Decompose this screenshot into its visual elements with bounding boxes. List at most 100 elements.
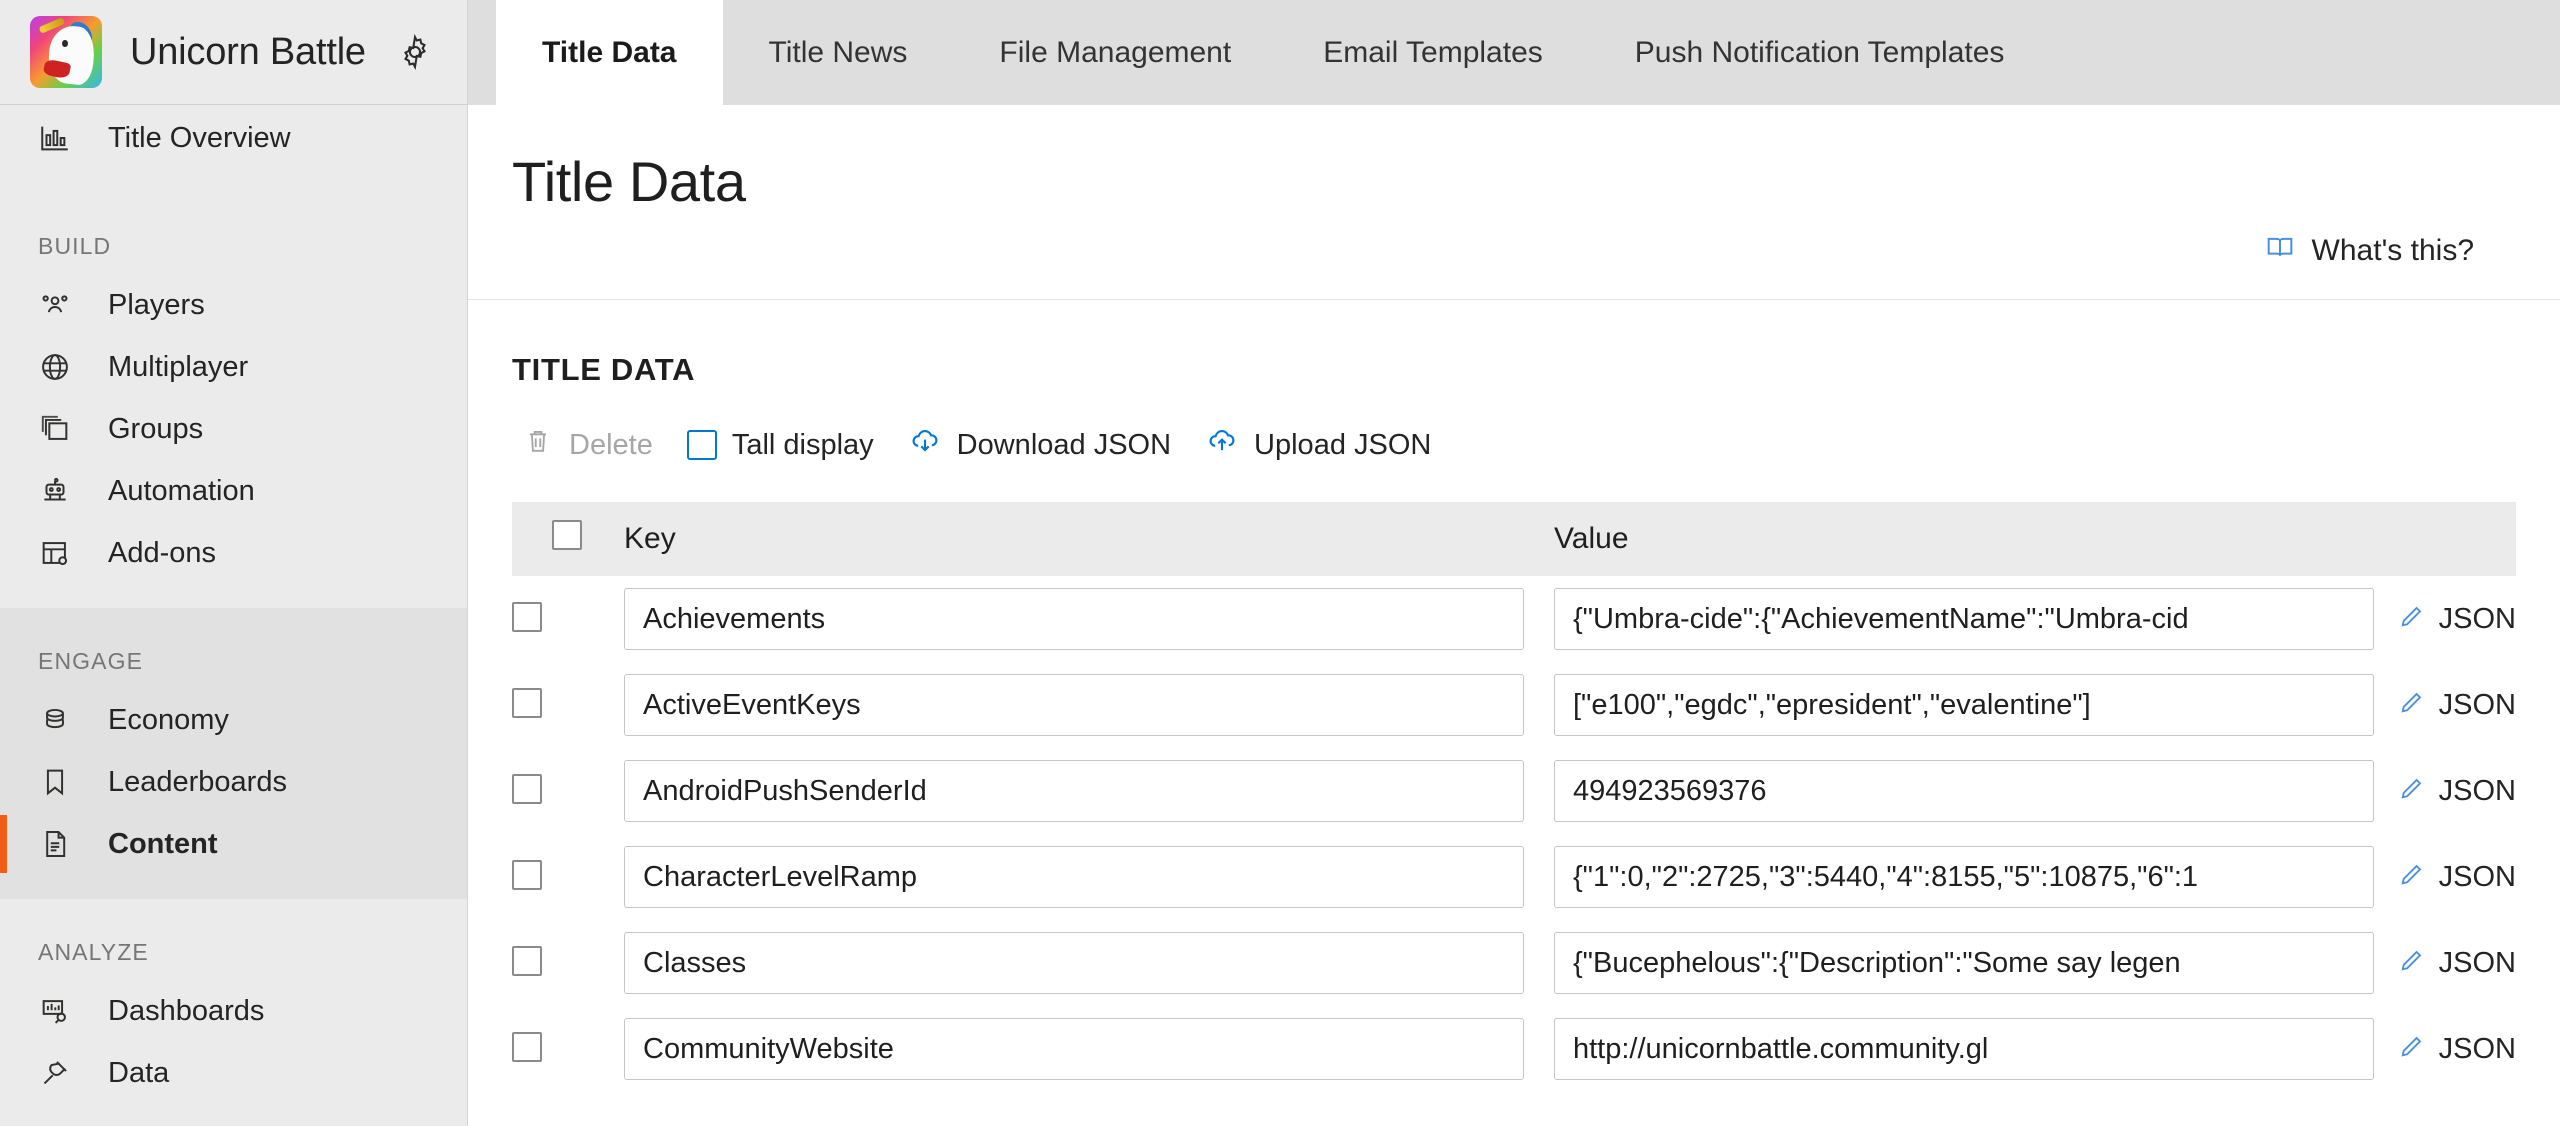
sidebar-item-label: Groups	[108, 412, 204, 445]
pencil-icon	[2396, 946, 2426, 981]
pencil-icon	[2396, 774, 2426, 809]
row-select-cell	[512, 834, 624, 920]
table-header-row: Key Value	[512, 502, 2516, 576]
table-body: Achievements {"Umbra-cide":{"Achievement…	[512, 576, 2516, 1092]
key-input[interactable]: CharacterLevelRamp	[624, 846, 1524, 908]
sidebar-item-multiplayer[interactable]: Multiplayer	[0, 336, 467, 398]
tab-title-data[interactable]: Title Data	[496, 0, 723, 105]
value-input[interactable]: {"1":0,"2":2725,"3":5440,"4":8155,"5":10…	[1554, 846, 2374, 908]
sidebar-item-dashboards[interactable]: Dashboards	[0, 980, 467, 1042]
row-value-cell: {"Bucephelous":{"Description":"Some say …	[1554, 920, 2516, 1006]
document-icon	[38, 827, 80, 861]
row-checkbox[interactable]	[512, 859, 542, 890]
row-key-cell: Classes	[624, 920, 1554, 1006]
row-checkbox[interactable]	[512, 773, 542, 804]
robot-icon	[38, 474, 80, 508]
row-checkbox[interactable]	[512, 1031, 542, 1062]
sidebar-item-content[interactable]: Content	[0, 813, 467, 875]
select-all-header	[512, 502, 624, 576]
plug-icon	[38, 1056, 80, 1090]
row-select-cell	[512, 662, 624, 748]
edit-json-link[interactable]: JSON	[2396, 1032, 2516, 1067]
sidebar-item-economy[interactable]: Economy	[0, 689, 467, 751]
upload-json-label: Upload JSON	[1254, 428, 1432, 461]
tab-title-news[interactable]: Title News	[723, 0, 954, 105]
value-input[interactable]: http://unicornbattle.community.gl	[1554, 1018, 2374, 1080]
brand-header: Unicorn Battle	[0, 0, 467, 105]
dashboard-search-icon	[38, 994, 80, 1028]
sidebar-item-leaderboards[interactable]: Leaderboards	[0, 751, 467, 813]
sidebar-item-automation[interactable]: Automation	[0, 460, 467, 522]
download-json-button[interactable]: Download JSON	[898, 414, 1195, 476]
pencil-icon	[2396, 688, 2426, 723]
table-row: AndroidPushSenderId 494923569376 JSON	[512, 748, 2516, 834]
row-value-cell: ["e100","egdc","epresident","evalentine"…	[1554, 662, 2516, 748]
book-icon	[2264, 232, 2296, 269]
sidebar-section-engage: ENGAGE Economy Leaderboards Content	[0, 608, 467, 899]
pencil-icon	[2396, 860, 2426, 895]
row-value-cell: http://unicornbattle.community.gl JSON	[1554, 1006, 2516, 1092]
json-label: JSON	[2438, 688, 2516, 721]
table-gear-icon	[38, 536, 80, 570]
globe-icon	[38, 350, 80, 384]
sidebar-item-add-ons[interactable]: Add-ons	[0, 522, 467, 584]
sidebar-item-label: Content	[108, 827, 218, 860]
sidebar-top-group: Title Overview	[0, 105, 467, 193]
table-row: Achievements {"Umbra-cide":{"Achievement…	[512, 576, 2516, 662]
checkbox-icon[interactable]	[686, 430, 717, 460]
value-input[interactable]: {"Umbra-cide":{"AchievementName":"Umbra-…	[1554, 588, 2374, 650]
key-input[interactable]: ActiveEventKeys	[624, 674, 1524, 736]
edit-json-link[interactable]: JSON	[2396, 860, 2516, 895]
table-row: CharacterLevelRamp {"1":0,"2":2725,"3":5…	[512, 834, 2516, 920]
value-input[interactable]: {"Bucephelous":{"Description":"Some say …	[1554, 932, 2374, 994]
json-label: JSON	[2438, 602, 2516, 635]
sidebar-section-title: ANALYZE	[38, 939, 149, 965]
tab-file-management[interactable]: File Management	[953, 0, 1277, 105]
edit-json-link[interactable]: JSON	[2396, 774, 2516, 809]
tab-bar: Title Data Title News File Management Em…	[468, 0, 2560, 105]
edit-json-link[interactable]: JSON	[2396, 602, 2516, 637]
main-content: Title Data Title News File Management Em…	[468, 0, 2560, 1126]
table-row: CommunityWebsite http://unicornbattle.co…	[512, 1006, 2516, 1092]
edit-json-link[interactable]: JSON	[2396, 946, 2516, 981]
delete-button[interactable]: Delete	[512, 415, 677, 475]
unicorn-logo-icon	[30, 16, 102, 88]
row-value-cell: {"Umbra-cide":{"AchievementName":"Umbra-…	[1554, 576, 2516, 662]
select-all-checkbox[interactable]	[552, 520, 582, 550]
row-key-cell: Achievements	[624, 576, 1554, 662]
row-checkbox[interactable]	[512, 601, 542, 632]
key-input[interactable]: Classes	[624, 932, 1524, 994]
column-header-value: Value	[1554, 502, 2516, 576]
people-icon	[38, 288, 80, 322]
row-select-cell	[512, 920, 624, 1006]
cloud-upload-icon	[1205, 424, 1239, 466]
gear-icon[interactable]	[396, 33, 434, 71]
tab-push-notification-templates[interactable]: Push Notification Templates	[1589, 0, 2051, 105]
sidebar: Unicorn Battle Title Overview BUILD Play…	[0, 0, 468, 1126]
whats-this-link[interactable]: What's this?	[2264, 232, 2474, 269]
sidebar-item-label: Economy	[108, 703, 229, 736]
bar-chart-icon	[38, 121, 80, 155]
row-key-cell: AndroidPushSenderId	[624, 748, 1554, 834]
row-value-cell: 494923569376 JSON	[1554, 748, 2516, 834]
row-checkbox[interactable]	[512, 687, 542, 718]
sidebar-item-label: Dashboards	[108, 994, 265, 1027]
sidebar-item-players[interactable]: Players	[0, 274, 467, 336]
sidebar-section-analyze: ANALYZE Dashboards Data	[0, 899, 467, 1126]
value-input[interactable]: ["e100","egdc","epresident","evalentine"…	[1554, 674, 2374, 736]
value-input[interactable]: 494923569376	[1554, 760, 2374, 822]
sidebar-item-groups[interactable]: Groups	[0, 398, 467, 460]
tab-email-templates[interactable]: Email Templates	[1277, 0, 1589, 105]
sidebar-item-label: Leaderboards	[108, 765, 287, 798]
sidebar-item-data[interactable]: Data	[0, 1042, 467, 1104]
sidebar-item-title-overview[interactable]: Title Overview	[0, 107, 467, 169]
key-input[interactable]: CommunityWebsite	[624, 1018, 1524, 1080]
row-checkbox[interactable]	[512, 945, 542, 976]
tall-display-toggle[interactable]: Tall display	[677, 419, 898, 472]
key-input[interactable]: AndroidPushSenderId	[624, 760, 1524, 822]
json-label: JSON	[2438, 946, 2516, 979]
edit-json-link[interactable]: JSON	[2396, 688, 2516, 723]
key-input[interactable]: Achievements	[624, 588, 1524, 650]
pencil-icon	[2396, 1032, 2426, 1067]
upload-json-button[interactable]: Upload JSON	[1195, 414, 1455, 476]
